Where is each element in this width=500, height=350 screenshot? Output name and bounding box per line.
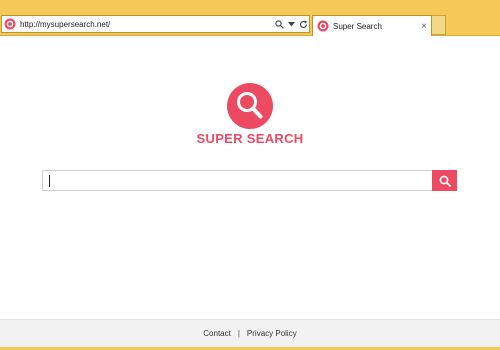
address-url[interactable]: http://mysupersearch.net/ bbox=[20, 20, 273, 29]
refresh-icon[interactable] bbox=[297, 17, 309, 31]
contact-link[interactable]: Contact bbox=[203, 329, 231, 338]
dropdown-arrow-icon[interactable] bbox=[285, 17, 297, 31]
search-input[interactable] bbox=[42, 170, 433, 191]
footer: Contact | Privacy Policy bbox=[0, 319, 500, 347]
search-icon bbox=[439, 175, 451, 187]
new-tab-button[interactable] bbox=[432, 15, 446, 35]
site-icon bbox=[4, 18, 16, 30]
tab-super-search[interactable]: Super Search × bbox=[312, 15, 432, 36]
tab-site-icon bbox=[317, 20, 329, 32]
text-cursor bbox=[49, 175, 50, 187]
search-button[interactable] bbox=[432, 170, 457, 191]
address-bar[interactable]: http://mysupersearch.net/ bbox=[1, 15, 310, 33]
footer-separator: | bbox=[237, 329, 240, 338]
magnifier-logo-icon bbox=[227, 83, 273, 129]
close-icon[interactable]: × bbox=[417, 21, 431, 32]
search-icon[interactable] bbox=[273, 17, 285, 31]
brand-title: SUPER SEARCH bbox=[196, 131, 304, 146]
browser-chrome: http://mysupersearch.net/ Super Search × bbox=[0, 0, 500, 36]
privacy-policy-link[interactable]: Privacy Policy bbox=[247, 329, 297, 338]
tab-title: Super Search bbox=[333, 21, 382, 31]
